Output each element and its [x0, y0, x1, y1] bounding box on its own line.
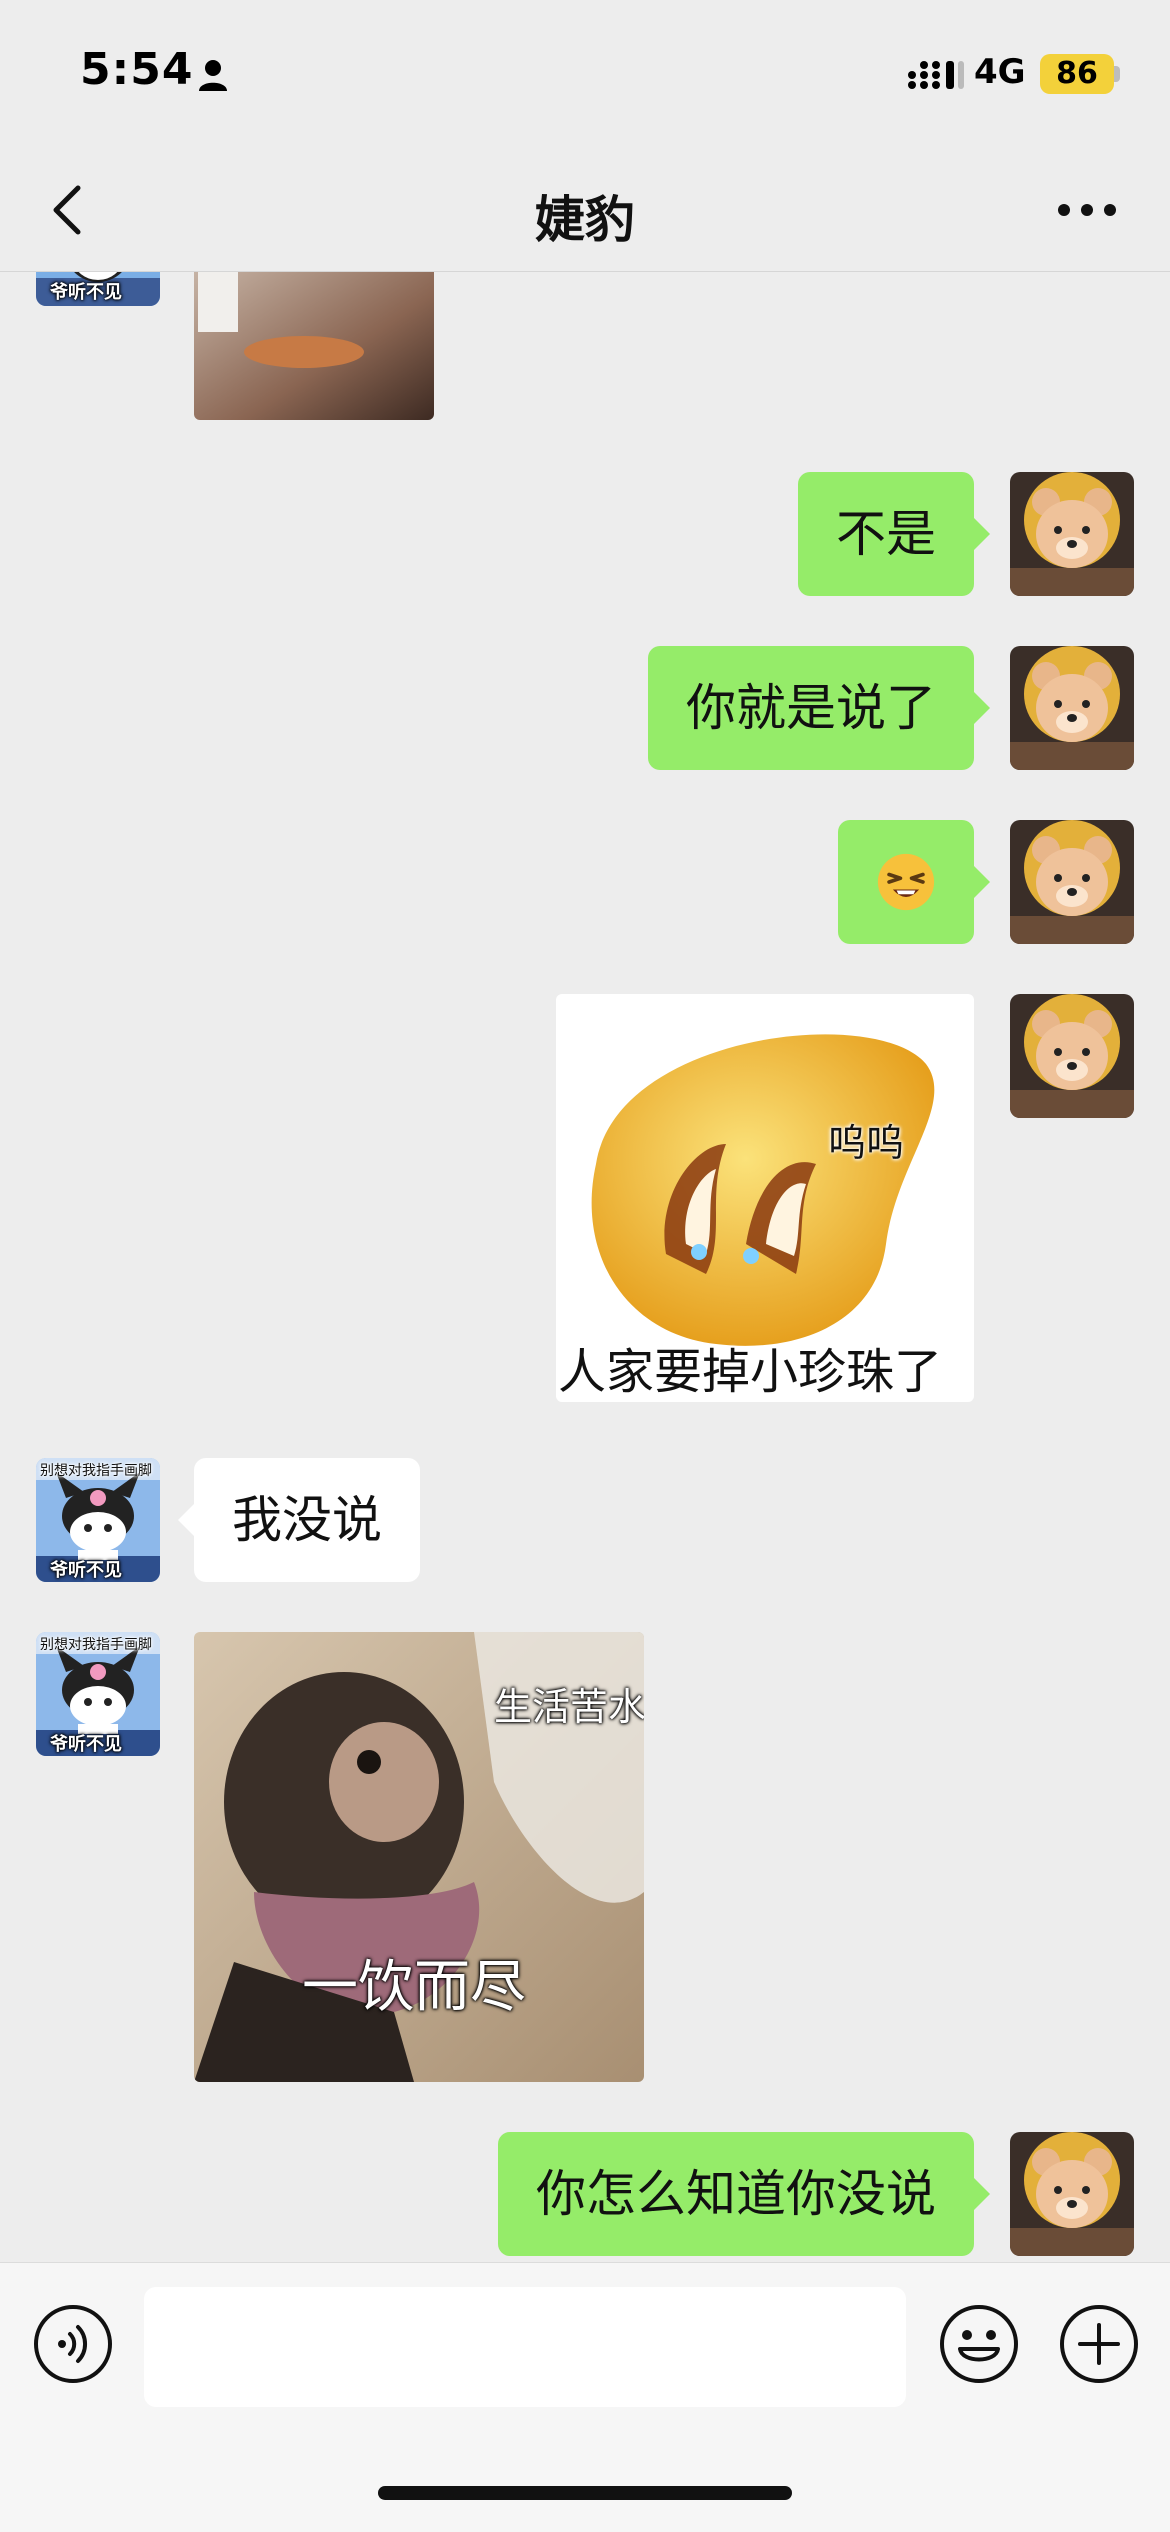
battery-icon: [1114, 66, 1120, 82]
sticker-caption-top: 生活苦水: [494, 1685, 644, 1729]
sticker-caption-top: 呜呜: [828, 1121, 905, 1165]
chat-header: 婕豹: [0, 150, 1170, 272]
emoji-icon[interactable]: [938, 2303, 1020, 2385]
my-avatar[interactable]: [1010, 472, 1134, 596]
avatar-caption-bottom: 爷听不见: [50, 1560, 122, 1581]
bear-avatar-image: [1010, 820, 1134, 944]
contact-avatar[interactable]: 别想对我指手画脚 爷听不见: [36, 1458, 160, 1582]
network-type: 4G: [974, 52, 1026, 92]
message-input[interactable]: [144, 2287, 906, 2407]
message-bubble[interactable]: 你就是说了: [648, 646, 990, 770]
status-bar: 5:54 4G 86: [0, 0, 1170, 150]
avatar-caption-top: 别想对我指手画脚: [40, 1463, 152, 1479]
contact-avatar[interactable]: 爷听不见: [36, 272, 160, 306]
sticker-caption-bottom: 一饮而尽: [302, 1955, 526, 2020]
contact-avatar[interactable]: 别想对我指手画脚 爷听不见: [36, 1632, 160, 1756]
message-bubble[interactable]: 你怎么知道你没说: [498, 2132, 990, 2256]
monkey-drinking-sticker[interactable]: 生活苦水 一饮而尽: [194, 1632, 644, 2082]
battery-level: 86: [1040, 54, 1114, 94]
my-avatar[interactable]: [1010, 820, 1134, 944]
message-list[interactable]: 爷听不见 不是 你就是说了 呜呜 人家要掉小珍珠了 别想对我指手画脚 爷听不见 …: [0, 272, 1170, 2262]
more-dots-icon[interactable]: [1052, 180, 1122, 240]
my-avatar[interactable]: [1010, 994, 1134, 1118]
avatar-caption-top: 别想对我指手画脚: [40, 1637, 152, 1653]
my-avatar[interactable]: [1010, 646, 1134, 770]
bear-avatar-image: [1010, 646, 1134, 770]
message-bubble[interactable]: 不是: [798, 472, 990, 596]
avatar-caption-bottom: 爷听不见: [50, 282, 122, 303]
status-time: 5:54: [80, 44, 194, 95]
avatar-caption-bottom: 爷听不见: [50, 1734, 122, 1755]
voice-icon[interactable]: [32, 2303, 114, 2385]
my-avatar[interactable]: [1010, 2132, 1134, 2256]
bear-avatar-image: [1010, 2132, 1134, 2256]
crying-emoji-sticker[interactable]: 呜呜 人家要掉小珍珠了: [556, 994, 974, 1402]
home-indicator[interactable]: [378, 2486, 792, 2500]
bear-avatar-image: [1010, 472, 1134, 596]
signal-bars-icon: [908, 61, 964, 89]
tired-face-emoji: [877, 853, 935, 911]
sticker-caption-bottom: 人家要掉小珍珠了: [558, 1344, 943, 1400]
emoji-message-bubble[interactable]: [838, 820, 990, 944]
person-icon: [199, 60, 227, 91]
bear-avatar-image: [1010, 994, 1134, 1118]
message-bubble[interactable]: 我没说: [178, 1458, 420, 1582]
message-image[interactable]: [194, 272, 434, 420]
chat-title: 婕豹: [535, 191, 635, 249]
plus-icon[interactable]: [1058, 2303, 1140, 2385]
